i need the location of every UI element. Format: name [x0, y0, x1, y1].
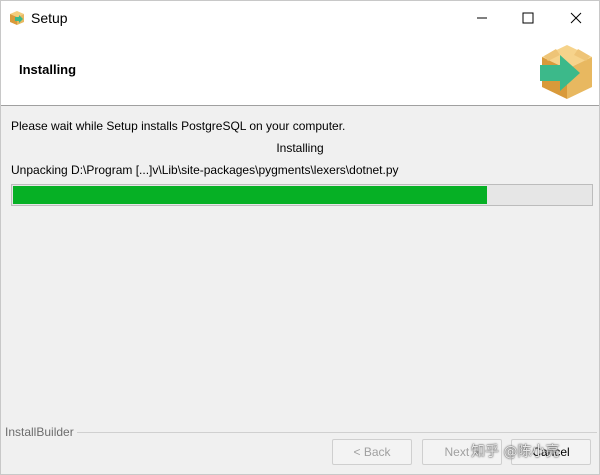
back-button[interactable]: < Back: [332, 439, 412, 465]
unpacking-file-label: Unpacking D:\Program [...]v\Lib\site-pac…: [11, 163, 399, 177]
install-message: Please wait while Setup installs Postgre…: [11, 119, 346, 133]
maximize-icon: [522, 12, 534, 24]
next-button[interactable]: Next >: [422, 439, 502, 465]
progress-bar: [11, 184, 593, 206]
setup-app-icon: [9, 10, 25, 26]
installbuilder-brand: InstallBuilder: [5, 425, 77, 439]
minimize-icon: [477, 17, 487, 19]
close-icon: [570, 12, 582, 24]
header-panel: Installing: [1, 35, 599, 106]
maximize-button[interactable]: [505, 1, 551, 35]
progress-bar-fill: [13, 186, 487, 204]
cancel-button[interactable]: Cancel: [511, 439, 591, 465]
minimize-button[interactable]: [459, 1, 505, 35]
status-label: Installing: [276, 141, 324, 155]
title-bar[interactable]: Setup: [1, 1, 599, 35]
window-title: Setup: [31, 10, 68, 26]
close-button[interactable]: [553, 1, 599, 35]
install-box-icon: [536, 39, 598, 101]
footer-divider: [71, 432, 597, 433]
setup-window: Setup Installing Please wait while Setup…: [0, 0, 600, 475]
page-title: Installing: [19, 62, 77, 77]
